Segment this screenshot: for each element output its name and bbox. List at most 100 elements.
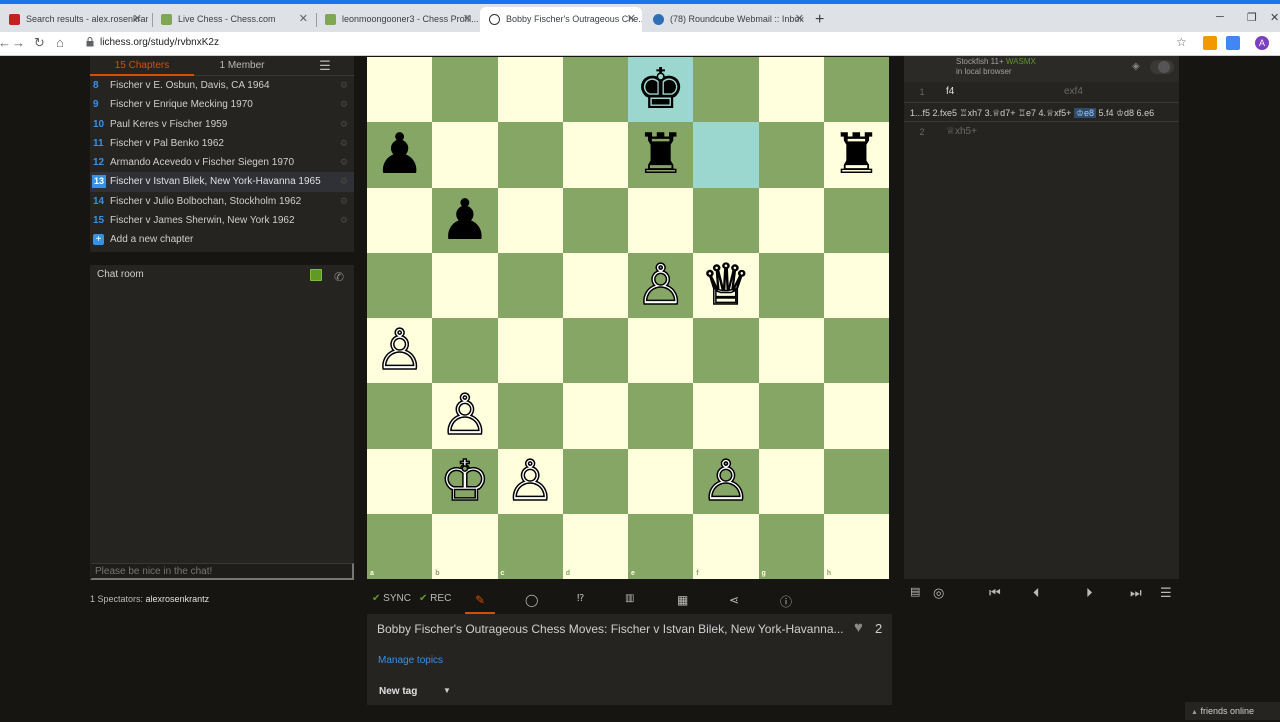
board-square-c6[interactable] [497,187,563,253]
book-icon[interactable]: ▤ [910,585,920,598]
sync-toggle[interactable]: ✔ SYNC [372,593,411,604]
board-square-g7[interactable] [758,122,824,188]
last-move-icon[interactable]: ⏭ [1130,585,1142,601]
manage-topics-link[interactable]: Manage topics [378,655,443,666]
board-square-h6[interactable] [823,187,889,253]
board-square-a2[interactable] [367,448,433,514]
white-piece-a4[interactable]: ♙ [367,317,432,384]
white-piece-c2[interactable]: ♙ [498,448,563,515]
board-square-d5[interactable] [562,252,628,318]
close-icon[interactable]: ✕ [463,7,472,32]
board-square-b1[interactable] [432,513,498,579]
board-square-d2[interactable] [562,448,628,514]
gear-icon[interactable]: ⚙ [340,153,348,172]
black-piece-b6[interactable]: ♟ [432,188,497,253]
chapter-item[interactable]: 9 Fischer v Enrique Mecking 1970 ⚙ [90,95,354,114]
menu-icon[interactable]: ☰ [1160,585,1172,601]
tag-icon[interactable]: ✎ [465,590,495,614]
minimize-icon[interactable]: ─ [1216,11,1224,23]
gear-icon[interactable]: ⚙ [340,95,348,114]
board-square-f7[interactable] [693,122,759,188]
board-square-c8[interactable] [497,57,563,123]
heart-icon[interactable]: ♥ [854,619,863,636]
reload-icon[interactable]: ↻ [34,35,45,51]
board-square-d8[interactable] [562,57,628,123]
board-square-e6[interactable] [628,187,694,253]
chess-board[interactable]: 8 7 6 5 4 3 2 1 a b c d e f g h ♚ ♟ ♜ ♜ ♟ ♙ ♕ ♙ ♙ ♔ ♙ ♙ [367,57,889,579]
chat-toggle[interactable] [310,269,322,281]
white-piece-f2[interactable]: ♙ [693,448,758,515]
chevron-down-icon[interactable]: ▼ [443,686,451,695]
first-move-icon[interactable]: ⏮ [989,585,1001,601]
board-square-e1[interactable] [628,513,694,579]
phone-icon[interactable]: ✆ [334,267,344,287]
window-close-icon[interactable]: ✕ [1270,11,1279,24]
add-chapter-button[interactable]: + Add a new chapter [90,230,354,249]
board-square-h3[interactable] [823,383,889,449]
new-tag-select[interactable]: New tag [379,686,417,697]
browser-tab-lichess-study[interactable]: Bobby Fischer's Outrageous Che... ✕ [480,7,642,32]
board-square-f3[interactable] [693,383,759,449]
browser-tab-chess-profile[interactable]: leonmoongooner3 - Chess Profil... ✕ [316,7,478,32]
lock-icon[interactable] [86,37,94,47]
forward-icon[interactable]: → [12,35,25,50]
variation-current-move[interactable]: ♔e8 [1073,108,1096,118]
board-square-h8[interactable] [823,57,889,123]
chart-icon[interactable]: ▥ [625,593,634,604]
next-move-icon[interactable]: ⏵ [1086,585,1093,601]
gear-icon[interactable]: ⚙ [340,115,348,134]
grid-icon[interactable]: ▦ [677,593,688,607]
browser-tab-webmail[interactable]: (78) Roundcube Webmail :: Inbox ✕ [644,7,810,32]
white-piece-b2[interactable]: ♔ [432,448,497,515]
gear-icon[interactable]: ⚙ [340,76,348,95]
board-square-f4[interactable] [693,318,759,384]
white-piece-e5[interactable]: ♙ [628,252,693,319]
bookmark-star-icon[interactable]: ☆ [1176,35,1187,49]
rec-toggle[interactable]: ✔ REC [419,593,451,604]
chapter-item[interactable]: 12 Armando Acevedo v Fischer Siegen 1970 ⚙ [90,153,354,172]
back-icon[interactable]: ← [0,35,11,50]
board-square-g3[interactable] [758,383,824,449]
tab-members[interactable]: 1 Member [194,56,290,76]
board-square-g6[interactable] [758,187,824,253]
board-square-a6[interactable] [367,187,433,253]
board-square-d3[interactable] [562,383,628,449]
target-icon[interactable]: ◈ [1132,61,1140,72]
board-square-c4[interactable] [497,318,563,384]
engine-toggle[interactable] [1150,60,1174,74]
move-white[interactable]: f4 [946,82,954,102]
chapter-item[interactable]: 10 Paul Keres v Fischer 1959 ⚙ [90,115,354,134]
black-piece-e8[interactable]: ♚ [628,57,693,122]
board-square-f8[interactable] [693,57,759,123]
board-square-a3[interactable] [367,383,433,449]
black-piece-h7[interactable]: ♜ [824,122,889,187]
share-icon[interactable]: ⋖ [729,593,739,607]
move-black[interactable]: exf4 [1064,82,1083,102]
chapter-item-active[interactable]: 13 Fischer v Istvan Bilek, New York-Havan… [90,172,354,192]
chapter-item[interactable]: 14 Fischer v Julio Bolbochan, Stockholm 1… [90,192,354,211]
browser-tab-search-results[interactable]: Search results - alex.rosenkrantz... ✕ [0,7,148,32]
extension-icon[interactable] [1226,36,1240,50]
board-square-h5[interactable] [823,252,889,318]
home-icon[interactable]: ⌂ [56,35,64,50]
board-square-a1[interactable] [367,513,433,579]
board-square-d7[interactable] [562,122,628,188]
board-square-b4[interactable] [432,318,498,384]
chapter-item[interactable]: 11 Fischer v Pal Benko 1962 ⚙ [90,134,354,153]
chat-input[interactable] [90,563,354,580]
black-piece-a7[interactable]: ♟ [367,122,432,187]
new-tab-button[interactable]: + [815,11,824,29]
close-icon[interactable]: ✕ [795,7,804,32]
gear-icon[interactable]: ⚙ [340,192,348,211]
board-square-g1[interactable] [758,513,824,579]
board-square-g8[interactable] [758,57,824,123]
board-square-b7[interactable] [432,122,498,188]
board-square-c1[interactable] [497,513,563,579]
board-square-d1[interactable] [562,513,628,579]
spectator-name[interactable]: alexrosenkrantz [146,594,210,604]
restore-icon[interactable]: ❐ [1247,11,1257,24]
info-icon[interactable]: ⓘ [780,593,792,610]
gear-icon[interactable]: ⚙ [340,172,348,191]
board-square-d4[interactable] [562,318,628,384]
board-square-g4[interactable] [758,318,824,384]
